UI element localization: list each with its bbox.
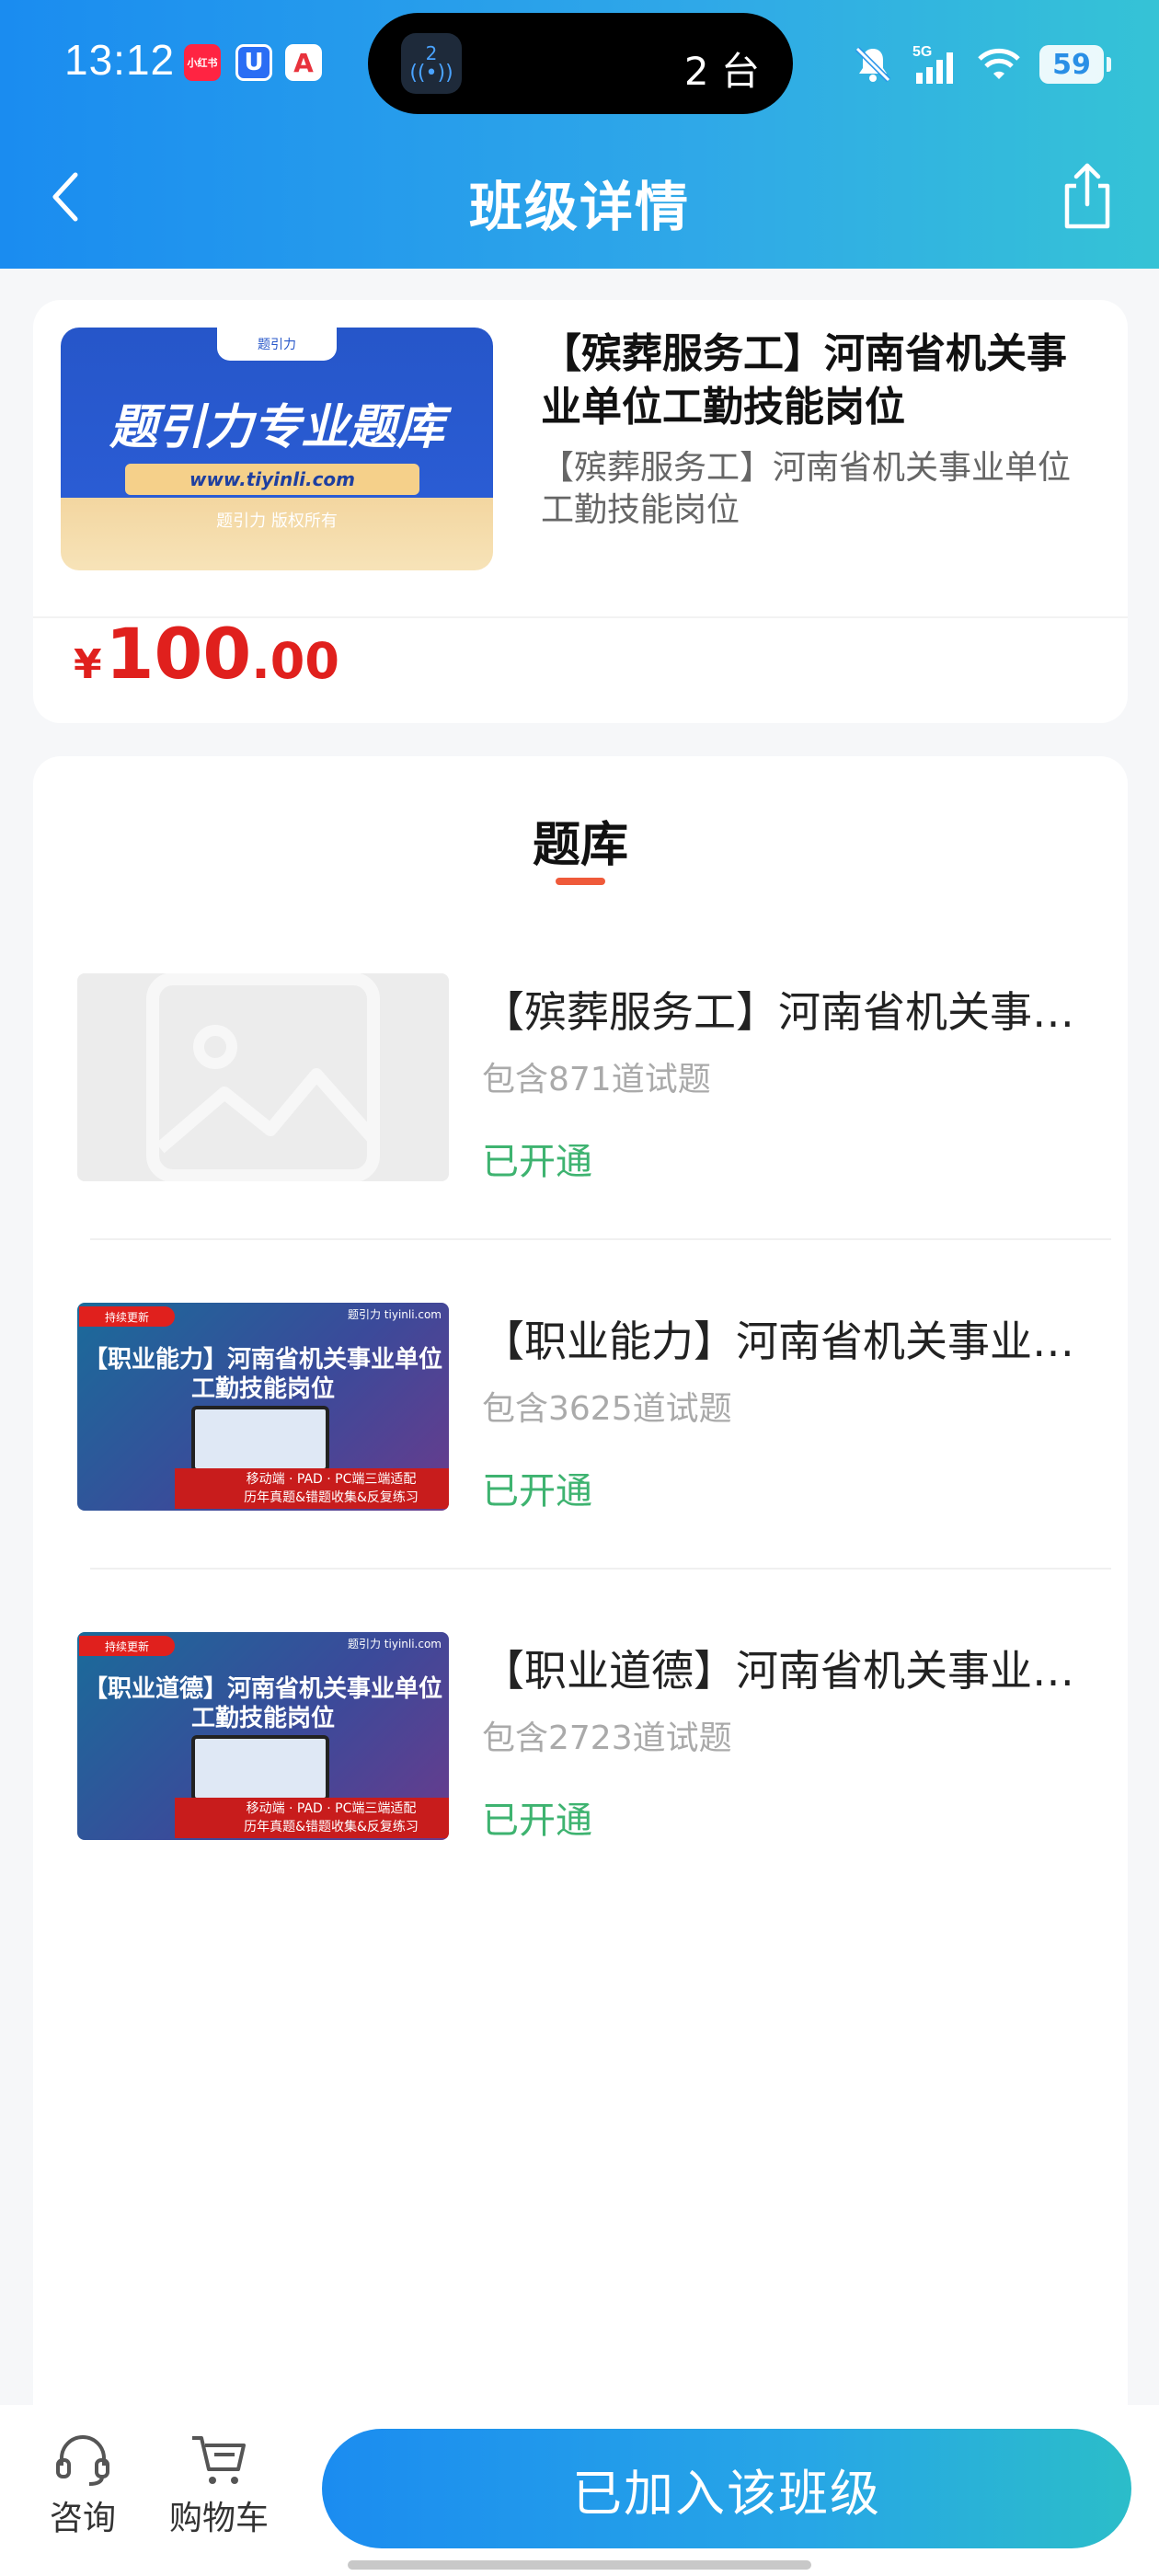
bank-name: 【殡葬服务工】河南省机关事业单位工勤技能岗位 [482, 987, 1089, 1037]
island-badge: 2 [425, 42, 438, 64]
image-placeholder-icon [146, 973, 380, 1181]
tab-indicator [556, 878, 605, 885]
price-decimal: .00 [251, 632, 339, 690]
poster-feature-line: 移动端 · PAD · PC端三端适配 [246, 1472, 417, 1487]
price-integer: 100 [105, 613, 252, 695]
cover-brand-tab: 题引力 [217, 328, 337, 361]
cover-title: 题引力专业题库 [109, 400, 444, 455]
bank-status: 已开通 [482, 1470, 592, 1512]
app-header: 13:12 小红书 U A 2 ((•)) 2 台 5G 59 班级详情 [0, 0, 1159, 269]
poster-badge: 持续更新 [79, 1636, 175, 1656]
poster-title: 【职业能力】河南省机关事业单位 工勤技能岗位 [77, 1345, 449, 1404]
status-indicators: 5G 59 [852, 37, 1111, 92]
question-bank-item[interactable]: 持续更新 题引力 tiyinli.com 【职业能力】河南省机关事业单位 工勤技… [77, 1303, 1089, 1514]
bank-question-count: 包含2723道试题 [482, 1719, 732, 1757]
cart-icon [192, 2436, 246, 2484]
bank-thumbnail: 持续更新 题引力 tiyinli.com 【职业能力】河南省机关事业单位 工勤技… [77, 1303, 449, 1511]
dynamic-island[interactable]: 2 ((•)) 2 台 [368, 13, 793, 114]
share-icon [1064, 163, 1110, 229]
cart-button[interactable]: 购物车 [166, 2432, 272, 2539]
poster-badge: 持续更新 [79, 1306, 175, 1327]
cover-url: www.tiyinli.com [125, 464, 419, 495]
class-subtitle: 【殡葬服务工】河南省机关事业单位工勤技能岗位 [541, 449, 1072, 529]
bank-question-count: 包含871道试题 [482, 1061, 711, 1098]
bank-thumbnail [77, 973, 449, 1181]
broadcast-icon: 2 ((•)) [401, 33, 462, 94]
bottom-action-bar: 咨询 购物车 已加入该班级 [0, 2405, 1159, 2576]
question-bank-item[interactable]: 【殡葬服务工】河南省机关事业单位工勤技能岗位 包含871道试题 已开通 [77, 973, 1089, 1185]
share-button[interactable] [1052, 158, 1122, 234]
joined-class-button[interactable]: 已加入该班级 [322, 2429, 1131, 2548]
poster-title-line: 工勤技能岗位 [190, 1705, 335, 1732]
poster-title-line: 【职业能力】河南省机关事业单位 [83, 1346, 442, 1374]
cover-copyright: 题引力 版权所有 [216, 512, 338, 531]
devices-illustration [191, 1735, 329, 1801]
poster-title-line: 工勤技能岗位 [190, 1375, 335, 1403]
poster-feature-bar: 移动端 · PAD · PC端三端适配 历年真题&错题收集&反复练习 [175, 1798, 449, 1838]
mute-icon [855, 46, 891, 83]
cart-label: 购物车 [168, 2500, 269, 2537]
question-bank-item[interactable]: 持续更新 题引力 tiyinli.com 【职业道德】河南省机关事业单位 工勤技… [77, 1632, 1089, 1844]
question-bank-section: 题库 【殡葬服务工】河南省机关事业单位工勤技能岗位 包含871道试题 已开通 持… [33, 756, 1128, 2458]
consult-label: 咨询 [49, 2500, 116, 2537]
headset-icon [56, 2435, 109, 2486]
wifi-icon [978, 48, 1020, 79]
island-device-count: 2 台 [683, 49, 760, 94]
class-price: ¥ 100 .00 [74, 613, 339, 695]
poster-logo: 题引力 tiyinli.com [347, 1308, 442, 1321]
poster-title-line: 【职业道德】河南省机关事业单位 [83, 1675, 442, 1703]
network-label: 5G [912, 44, 932, 60]
poster-feature-line: 历年真题&错题收集&反复练习 [244, 1490, 419, 1505]
u-app-notification-icon: U [235, 44, 272, 81]
bank-thumbnail: 持续更新 题引力 tiyinli.com 【职业道德】河南省机关事业单位 工勤技… [77, 1632, 449, 1840]
signal-icon: 5G [912, 44, 953, 84]
consult-button[interactable]: 咨询 [46, 2432, 120, 2539]
bank-name: 【职业道德】河南省机关事业单位工勤技能岗位 [482, 1646, 1089, 1696]
xiaohongshu-notification-icon: 小红书 [184, 44, 221, 81]
divider [90, 1238, 1111, 1240]
bank-name: 【职业能力】河南省机关事业单位工勤技能岗位 [482, 1317, 1089, 1366]
page-title: 班级详情 [468, 176, 690, 238]
price-currency: ¥ [74, 641, 102, 688]
class-summary-card: 题引力 题引力专业题库 www.tiyinli.com 题引力 版权所有 【殡葬… [33, 300, 1128, 723]
poster-title: 【职业道德】河南省机关事业单位 工勤技能岗位 [77, 1674, 449, 1733]
status-bar: 13:12 小红书 U A 2 ((•)) 2 台 5G 59 [0, 0, 1159, 129]
class-title: 【殡葬服务工】河南省机关事业单位工勤技能岗位 [541, 330, 1067, 431]
poster-logo: 题引力 tiyinli.com [347, 1638, 442, 1650]
class-cover-image[interactable]: 题引力 题引力专业题库 www.tiyinli.com 题引力 版权所有 [61, 328, 493, 570]
bank-status: 已开通 [482, 1141, 592, 1183]
a-app-notification-icon: A [285, 44, 322, 81]
poster-feature-line: 历年真题&错题收集&反复练习 [244, 1820, 419, 1834]
poster-feature-bar: 移动端 · PAD · PC端三端适配 历年真题&错题收集&反复练习 [175, 1468, 449, 1509]
devices-illustration [191, 1406, 329, 1472]
battery-indicator: 59 [1039, 45, 1111, 84]
status-time: 13:12 [64, 36, 176, 84]
bank-question-count: 包含3625道试题 [482, 1390, 732, 1428]
bank-status: 已开通 [482, 1800, 592, 1842]
section-tab-question-bank[interactable]: 题库 [33, 806, 1128, 875]
home-indicator[interactable] [348, 2560, 811, 2570]
poster-feature-line: 移动端 · PAD · PC端三端适配 [246, 1801, 417, 1816]
nav-bar: 班级详情 [0, 138, 1159, 258]
divider [90, 1568, 1111, 1570]
